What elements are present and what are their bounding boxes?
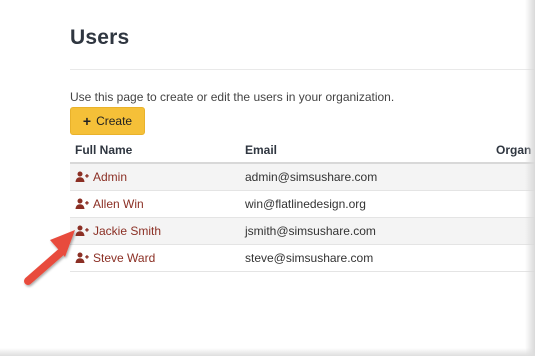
users-page: Users Use this page to create or edit th… xyxy=(0,0,535,356)
user-email: win@flatlinedesign.org xyxy=(245,197,366,211)
user-email: jsmith@simsushare.com xyxy=(245,224,376,238)
page-intro-text: Use this page to create or edit the user… xyxy=(70,90,395,104)
title-divider xyxy=(70,69,535,70)
user-name-link[interactable]: Allen Win xyxy=(75,197,144,211)
header-email: Email xyxy=(245,143,278,157)
page-title: Users xyxy=(70,26,130,49)
table-row[interactable]: Steve Ward steve@simsushare.com xyxy=(70,245,535,272)
user-email: steve@simsushare.com xyxy=(245,251,374,265)
table-row[interactable]: Admin admin@simsushare.com xyxy=(70,164,535,191)
table-row[interactable]: Jackie Smith jsmith@simsushare.com xyxy=(70,218,535,245)
create-user-button[interactable]: + Create xyxy=(70,107,145,135)
user-name: Steve Ward xyxy=(93,251,156,265)
user-name: Jackie Smith xyxy=(93,224,162,238)
user-name: Admin xyxy=(93,170,128,184)
user-name-link[interactable]: Admin xyxy=(75,170,127,184)
bottom-edge-shadow xyxy=(0,348,535,356)
user-plus-icon xyxy=(75,171,89,182)
header-full-name: Full Name xyxy=(75,143,133,157)
user-email: admin@simsushare.com xyxy=(245,170,378,184)
right-edge-shadow xyxy=(525,0,535,356)
users-table-header: Full Name Email Organ xyxy=(70,138,535,164)
annotation-arrow-icon xyxy=(24,230,75,285)
create-button-label: Create xyxy=(96,114,133,128)
table-row[interactable]: Allen Win win@flatlinedesign.org xyxy=(70,191,535,218)
user-name: Allen Win xyxy=(93,197,144,211)
plus-icon: + xyxy=(82,113,92,129)
user-plus-icon xyxy=(75,198,89,209)
